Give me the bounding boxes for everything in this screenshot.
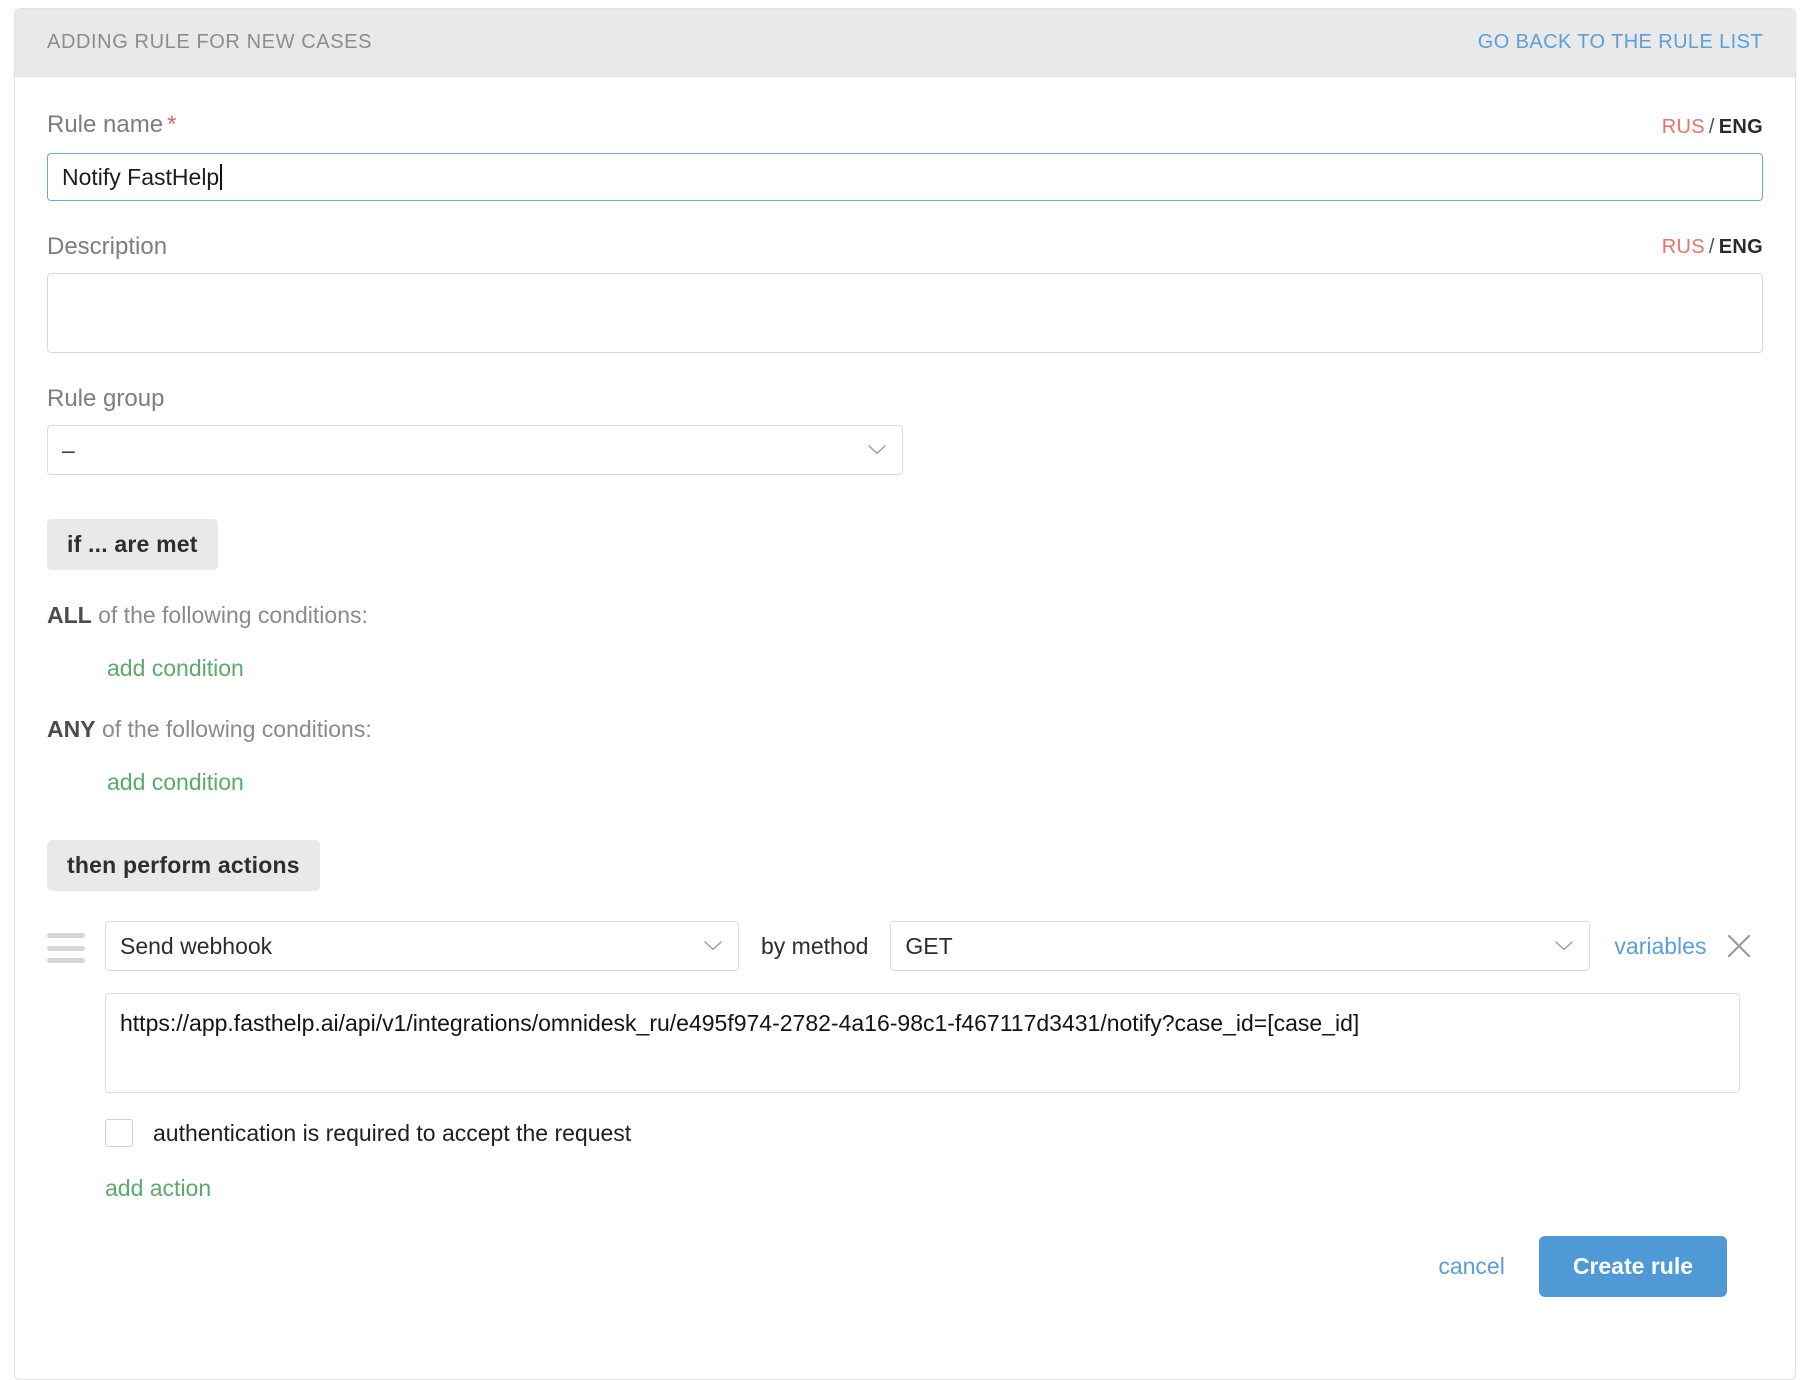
lang-rus-option[interactable]: RUS bbox=[1662, 116, 1705, 138]
rule-group-label: Rule group bbox=[47, 385, 165, 412]
rule-name-label: Rule name bbox=[47, 111, 164, 138]
all-conditions-suffix: of the following conditions: bbox=[91, 602, 368, 628]
rule-name-language-toggle: RUS / ENG bbox=[1662, 116, 1763, 139]
page-root: ADDING RULE FOR NEW CASES GO BACK TO THE… bbox=[0, 0, 1810, 1380]
rule-name-input[interactable]: Notify FastHelp bbox=[47, 153, 1763, 201]
any-conditions-prefix: ANY bbox=[47, 716, 96, 742]
http-method-select[interactable]: GET bbox=[890, 921, 1591, 971]
description-label: Description bbox=[47, 233, 168, 260]
variables-link[interactable]: variables bbox=[1614, 933, 1706, 960]
chevron-down-icon bbox=[704, 941, 722, 951]
card-header: ADDING RULE FOR NEW CASES GO BACK TO THE… bbox=[15, 9, 1795, 77]
close-icon[interactable] bbox=[1726, 933, 1752, 959]
action-type-selected-value: Send webhook bbox=[120, 932, 273, 959]
any-add-condition-wrap: add condition bbox=[107, 769, 1763, 796]
webhook-url-value: https://app.fasthelp.ai/api/v1/integrati… bbox=[120, 1010, 1360, 1036]
lang-eng-option[interactable]: ENG bbox=[1719, 116, 1763, 138]
description-textarea[interactable] bbox=[47, 273, 1763, 353]
rule-group-select[interactable]: – bbox=[47, 425, 903, 475]
action-type-select[interactable]: Send webhook bbox=[105, 921, 739, 971]
drag-handle-icon[interactable] bbox=[47, 929, 89, 963]
chevron-down-icon bbox=[1555, 941, 1574, 951]
drag-handle-bar bbox=[47, 933, 85, 938]
rule-group-selected-value: – bbox=[62, 436, 75, 463]
by-method-label: by method bbox=[761, 932, 869, 959]
all-conditions-heading: ALL of the following conditions: bbox=[47, 602, 1763, 629]
rule-editor-card: ADDING RULE FOR NEW CASES GO BACK TO THE… bbox=[14, 8, 1796, 1380]
auth-required-checkbox[interactable] bbox=[105, 1119, 133, 1147]
required-asterisk: * bbox=[167, 111, 177, 138]
drag-handle-bar bbox=[47, 958, 85, 963]
add-condition-link-all[interactable]: add condition bbox=[107, 655, 244, 682]
conditions-badge: if ... are met bbox=[47, 519, 218, 570]
actions-badge: then perform actions bbox=[47, 840, 320, 891]
go-back-to-rule-list-link[interactable]: GO BACK TO THE RULE LIST bbox=[1478, 31, 1763, 54]
lang-eng-option[interactable]: ENG bbox=[1719, 236, 1763, 258]
description-language-toggle: RUS / ENG bbox=[1662, 236, 1763, 259]
chevron-down-icon bbox=[868, 445, 886, 455]
action-row: Send webhook by method GET variables bbox=[47, 921, 1763, 971]
any-conditions-suffix: of the following conditions: bbox=[95, 716, 372, 742]
page-title: ADDING RULE FOR NEW CASES bbox=[47, 31, 373, 53]
conditions-section: if ... are met ALL of the following cond… bbox=[47, 519, 1763, 796]
card-body: Rule name * RUS / ENG Notify FastHelp Descr… bbox=[15, 77, 1795, 1297]
auth-required-row: authentication is required to accept the… bbox=[105, 1119, 1763, 1147]
webhook-url-textarea[interactable]: https://app.fasthelp.ai/api/v1/integrati… bbox=[105, 993, 1740, 1093]
drag-handle-bar bbox=[47, 945, 85, 951]
add-action-wrap: add action bbox=[105, 1175, 1763, 1202]
text-caret bbox=[220, 164, 222, 190]
card-footer: cancel Create rule bbox=[47, 1236, 1763, 1297]
rule-group-label-row: Rule group bbox=[47, 387, 1763, 411]
http-method-selected-value: GET bbox=[905, 932, 953, 959]
auth-required-label[interactable]: authentication is required to accept the… bbox=[153, 1120, 631, 1147]
create-rule-button[interactable]: Create rule bbox=[1538, 1236, 1727, 1297]
add-condition-link-any[interactable]: add condition bbox=[107, 769, 244, 796]
rule-name-input-value: Notify FastHelp bbox=[62, 163, 220, 190]
lang-separator: / bbox=[1708, 116, 1715, 138]
all-add-condition-wrap: add condition bbox=[107, 655, 1763, 682]
actions-section: then perform actions Send webhook by met… bbox=[47, 840, 1763, 1202]
rule-name-label-row: Rule name * RUS / ENG bbox=[47, 111, 1763, 139]
lang-separator: / bbox=[1708, 236, 1715, 258]
description-label-row: Description RUS / ENG bbox=[47, 235, 1763, 259]
lang-rus-option[interactable]: RUS bbox=[1662, 236, 1705, 258]
any-conditions-heading: ANY of the following conditions: bbox=[47, 716, 1763, 743]
all-conditions-prefix: ALL bbox=[47, 602, 92, 628]
cancel-button[interactable]: cancel bbox=[1438, 1253, 1504, 1280]
rule-name-label-group: Rule name * bbox=[47, 111, 176, 139]
add-action-link[interactable]: add action bbox=[105, 1175, 211, 1202]
